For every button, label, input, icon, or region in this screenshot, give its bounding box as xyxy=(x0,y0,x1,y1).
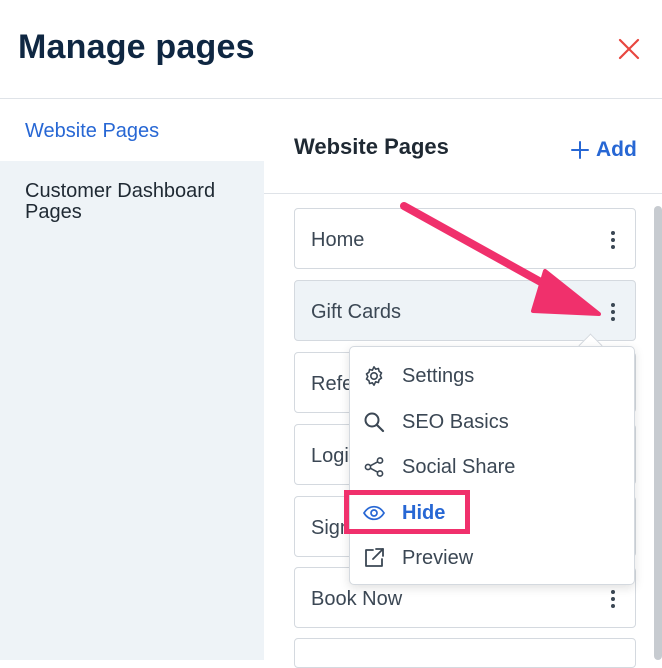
page-options-menu: Settings SEO Basics Social Share Hide Pr… xyxy=(349,346,635,585)
dialog-title: Manage pages xyxy=(18,28,255,66)
kebab-menu-icon xyxy=(611,590,615,608)
menu-item-label: SEO Basics xyxy=(402,410,509,433)
panel-title: Website Pages xyxy=(294,134,449,159)
scrollbar[interactable] xyxy=(654,206,662,660)
page-row-label: Book Now xyxy=(311,588,403,610)
add-page-button[interactable]: Add xyxy=(570,137,637,163)
menu-item-label: Preview xyxy=(402,546,474,569)
dialog-header: Manage pages xyxy=(0,0,662,99)
share-icon xyxy=(364,457,384,477)
sidebar-item-customer-dashboard-pages[interactable]: Customer Dashboard Pages xyxy=(0,181,240,223)
page-options-button[interactable] xyxy=(603,301,623,323)
menu-item-social-share[interactable]: Social Share xyxy=(362,450,624,484)
annotation-highlight-box xyxy=(344,490,470,534)
page-row-home[interactable]: Home xyxy=(294,208,636,269)
gear-icon xyxy=(365,366,383,386)
close-icon xyxy=(618,38,640,60)
menu-item-label: Settings xyxy=(402,364,475,387)
sidebar-item-website-pages[interactable]: Website Pages xyxy=(0,99,264,161)
menu-item-preview[interactable]: Preview xyxy=(362,541,624,575)
menu-item-label: Social Share xyxy=(402,455,516,478)
kebab-menu-icon xyxy=(611,303,615,321)
plus-icon xyxy=(571,141,589,159)
sidebar-item-label: Website Pages xyxy=(25,120,160,142)
page-row-gift-cards[interactable]: Gift Cards xyxy=(294,280,636,341)
kebab-menu-icon xyxy=(611,231,615,249)
sidebar-item-label: Customer Dashboard Pages xyxy=(25,180,216,223)
search-icon xyxy=(364,412,385,433)
menu-item-seo-basics[interactable]: SEO Basics xyxy=(362,405,624,439)
add-label: Add xyxy=(596,138,637,161)
sidebar: Website Pages Customer Dashboard Pages xyxy=(0,99,264,660)
external-link-icon xyxy=(365,548,384,567)
page-row-label: Refe xyxy=(311,373,354,395)
panel-header: Website Pages Add xyxy=(264,99,662,194)
page-options-button[interactable] xyxy=(603,588,623,610)
menu-item-settings[interactable]: Settings xyxy=(362,359,624,393)
close-button[interactable] xyxy=(614,34,644,64)
page-row[interactable] xyxy=(294,638,636,668)
page-row-label: Gift Cards xyxy=(311,301,402,323)
page-options-button[interactable] xyxy=(603,229,623,251)
page-row-label: Logi xyxy=(311,445,349,467)
page-row-label: Home xyxy=(311,229,365,251)
